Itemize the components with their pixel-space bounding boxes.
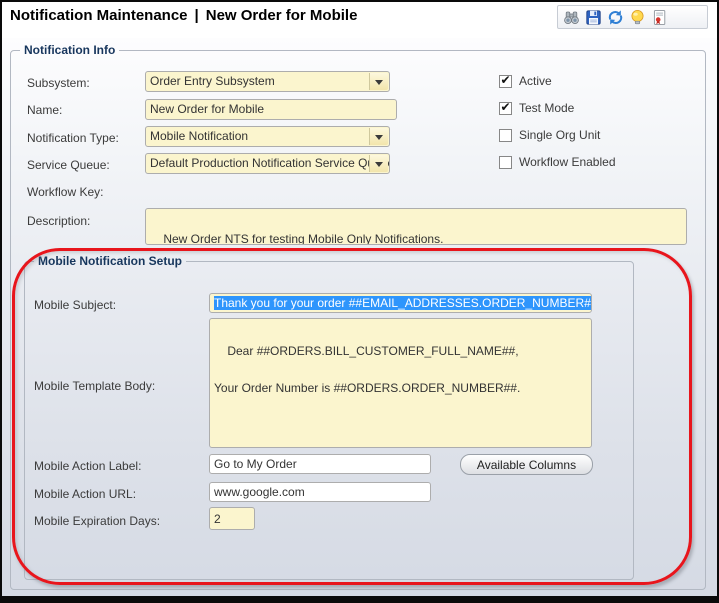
test-mode-checkbox-label: Test Mode [519, 101, 574, 115]
mobile-subject-input[interactable]: Thank you for your order ##EMAIL_ADDRESS… [209, 293, 592, 313]
mobile-action-url-input[interactable]: www.google.com [209, 482, 431, 502]
notification-type-dropdown[interactable]: Mobile Notification [145, 126, 390, 147]
page-title: Notification Maintenance|New Order for M… [10, 7, 357, 24]
title-bar: Notification Maintenance|New Order for M… [2, 2, 717, 38]
active-checkbox-label: Active [519, 74, 552, 88]
subsystem-dropdown[interactable]: Order Entry Subsystem [145, 71, 390, 92]
mobile-template-body-textarea[interactable]: Dear ##ORDERS.BILL_CUSTOMER_FULL_NAME##,… [209, 318, 592, 448]
mobile-action-label-input[interactable]: Go to My Order [209, 454, 431, 474]
mobile-expiration-days-label: Mobile Expiration Days: [34, 514, 160, 528]
service-queue-dropdown-arrow-icon[interactable] [369, 155, 388, 172]
single-org-unit-checkbox-label: Single Org Unit [519, 128, 600, 142]
subsystem-value: Order Entry Subsystem [150, 74, 275, 88]
name-input[interactable]: New Order for Mobile [145, 99, 397, 120]
available-columns-button[interactable]: Available Columns [460, 454, 593, 475]
name-label: Name: [27, 103, 62, 117]
mobile-template-body-value: Dear ##ORDERS.BILL_CUSTOMER_FULL_NAME##,… [214, 344, 520, 395]
workflow-key-label: Workflow Key: [27, 185, 103, 199]
notification-type-value: Mobile Notification [150, 129, 248, 143]
notification-type-label: Notification Type: [27, 131, 119, 145]
mobile-expiration-days-input[interactable]: 2 [209, 507, 255, 530]
page-title-record: New Order for Mobile [206, 7, 358, 24]
mobile-action-label-label: Mobile Action Label: [34, 459, 141, 473]
mobile-action-label-value: Go to My Order [214, 457, 297, 471]
refresh-icon[interactable] [607, 9, 624, 26]
description-label: Description: [27, 214, 90, 228]
name-value: New Order for Mobile [150, 102, 264, 116]
workflow-enabled-checkbox[interactable] [499, 156, 512, 169]
subsystem-dropdown-arrow-icon[interactable] [369, 73, 388, 90]
workflow-enabled-checkbox-label: Workflow Enabled [519, 155, 616, 169]
mobile-subject-label: Mobile Subject: [34, 298, 116, 312]
active-checkbox[interactable] [499, 75, 512, 88]
mobile-action-url-label: Mobile Action URL: [34, 487, 136, 501]
description-value: New Order NTS for testing Mobile Only No… [163, 232, 443, 245]
page-title-module: Notification Maintenance [10, 7, 188, 24]
mobile-subject-value: Thank you for your order ##EMAIL_ADDRESS… [214, 296, 592, 310]
find-binoculars-icon[interactable] [563, 9, 580, 26]
toolbar [557, 5, 708, 29]
report-document-icon[interactable] [651, 9, 668, 26]
single-org-unit-checkbox-row[interactable]: Single Org Unit [499, 128, 600, 142]
mobile-template-body-label: Mobile Template Body: [34, 379, 155, 393]
service-queue-label: Service Queue: [27, 158, 110, 172]
page-title-separator: | [188, 7, 206, 24]
test-mode-checkbox-row[interactable]: Test Mode [499, 101, 574, 115]
active-checkbox-row[interactable]: Active [499, 74, 552, 88]
mobile-expiration-days-value: 2 [214, 512, 221, 526]
workflow-enabled-checkbox-row[interactable]: Workflow Enabled [499, 155, 616, 169]
save-floppy-icon[interactable] [585, 9, 602, 26]
notification-maintenance-window: Notification Maintenance|New Order for M… [0, 0, 719, 603]
description-textarea[interactable]: New Order NTS for testing Mobile Only No… [145, 208, 687, 245]
test-mode-checkbox[interactable] [499, 102, 512, 115]
single-org-unit-checkbox[interactable] [499, 129, 512, 142]
notification-info-legend: Notification Info [20, 43, 119, 57]
subsystem-label: Subsystem: [27, 76, 90, 90]
mobile-notification-setup-legend: Mobile Notification Setup [34, 254, 186, 268]
notification-type-dropdown-arrow-icon[interactable] [369, 128, 388, 145]
mobile-action-url-value: www.google.com [214, 485, 305, 499]
service-queue-value: Default Production Notification Service … [150, 156, 390, 170]
hint-lightbulb-icon[interactable] [629, 9, 646, 26]
service-queue-dropdown[interactable]: Default Production Notification Service … [145, 153, 390, 174]
